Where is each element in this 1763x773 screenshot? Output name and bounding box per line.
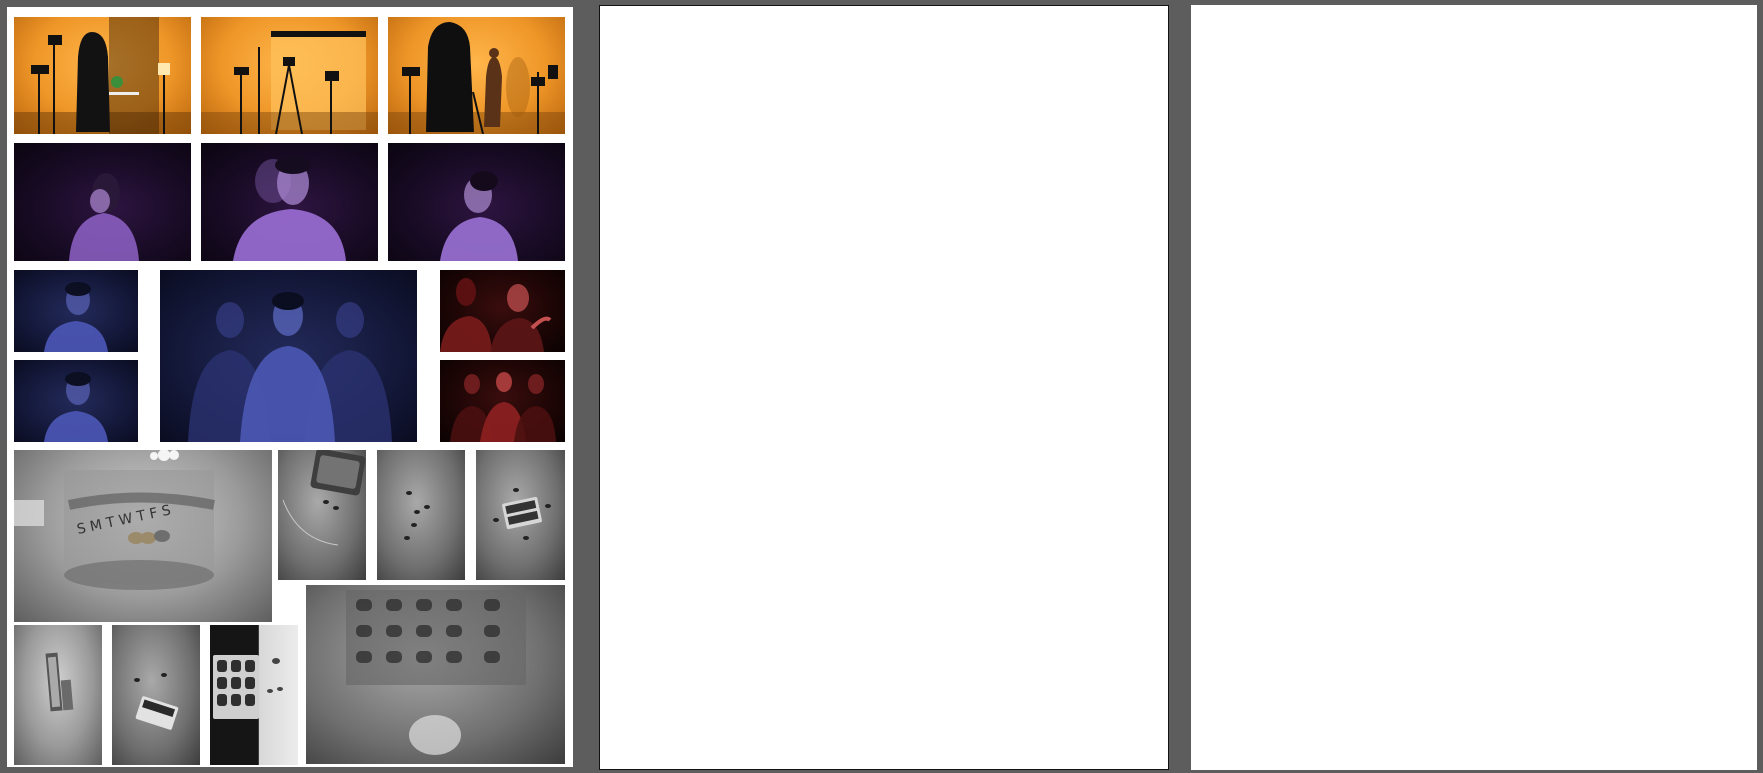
photo-icon <box>388 22 565 134</box>
photo-pills-4[interactable] <box>14 625 102 765</box>
photo-icon <box>282 450 366 546</box>
photo-pills-5[interactable] <box>112 625 200 765</box>
photo-icon <box>188 292 392 442</box>
photo-icon <box>450 372 556 442</box>
photo-icon <box>404 491 430 540</box>
photo-icon <box>44 372 108 442</box>
photo-studio-orange-1[interactable] <box>14 17 191 134</box>
photo-icon <box>201 31 378 134</box>
photo-icon <box>213 655 283 719</box>
document-page-1[interactable]: S M T W T F S <box>7 7 573 767</box>
photo-portrait-red-2[interactable] <box>440 360 565 442</box>
photo-pills-6[interactable] <box>210 625 298 765</box>
photo-icon: S M T W T F S <box>14 450 215 590</box>
photo-studio-orange-3[interactable] <box>388 17 565 134</box>
photo-icon <box>134 673 179 730</box>
photo-studio-orange-2[interactable] <box>201 17 378 134</box>
photo-portrait-purple-2[interactable] <box>201 143 378 261</box>
document-page-2[interactable] <box>599 5 1169 770</box>
photo-pills-1[interactable] <box>278 450 366 580</box>
photo-portrait-blue-small-2[interactable] <box>14 360 138 442</box>
photo-portrait-blue-small-1[interactable] <box>14 270 138 352</box>
photo-icon <box>440 171 518 261</box>
photo-portrait-blue-triple[interactable] <box>160 270 417 442</box>
photo-portrait-red-1[interactable] <box>440 270 565 352</box>
photo-icon <box>69 173 139 261</box>
photo-icon <box>440 278 552 352</box>
photo-icon <box>346 590 526 755</box>
photo-blister-pack-blur[interactable] <box>306 585 565 764</box>
photo-icon <box>45 652 74 712</box>
photo-pill-organizer-large[interactable]: S M T W T F S <box>14 450 272 622</box>
document-page-3[interactable] <box>1191 5 1757 770</box>
photo-portrait-purple-3[interactable] <box>388 143 565 261</box>
photo-pills-3[interactable] <box>476 450 565 580</box>
photo-icon <box>493 488 551 540</box>
photo-icon <box>44 282 108 352</box>
photo-pills-2[interactable] <box>377 450 465 580</box>
photo-portrait-purple-1[interactable] <box>14 143 191 261</box>
photo-icon <box>233 156 346 261</box>
photo-icon <box>14 17 191 134</box>
